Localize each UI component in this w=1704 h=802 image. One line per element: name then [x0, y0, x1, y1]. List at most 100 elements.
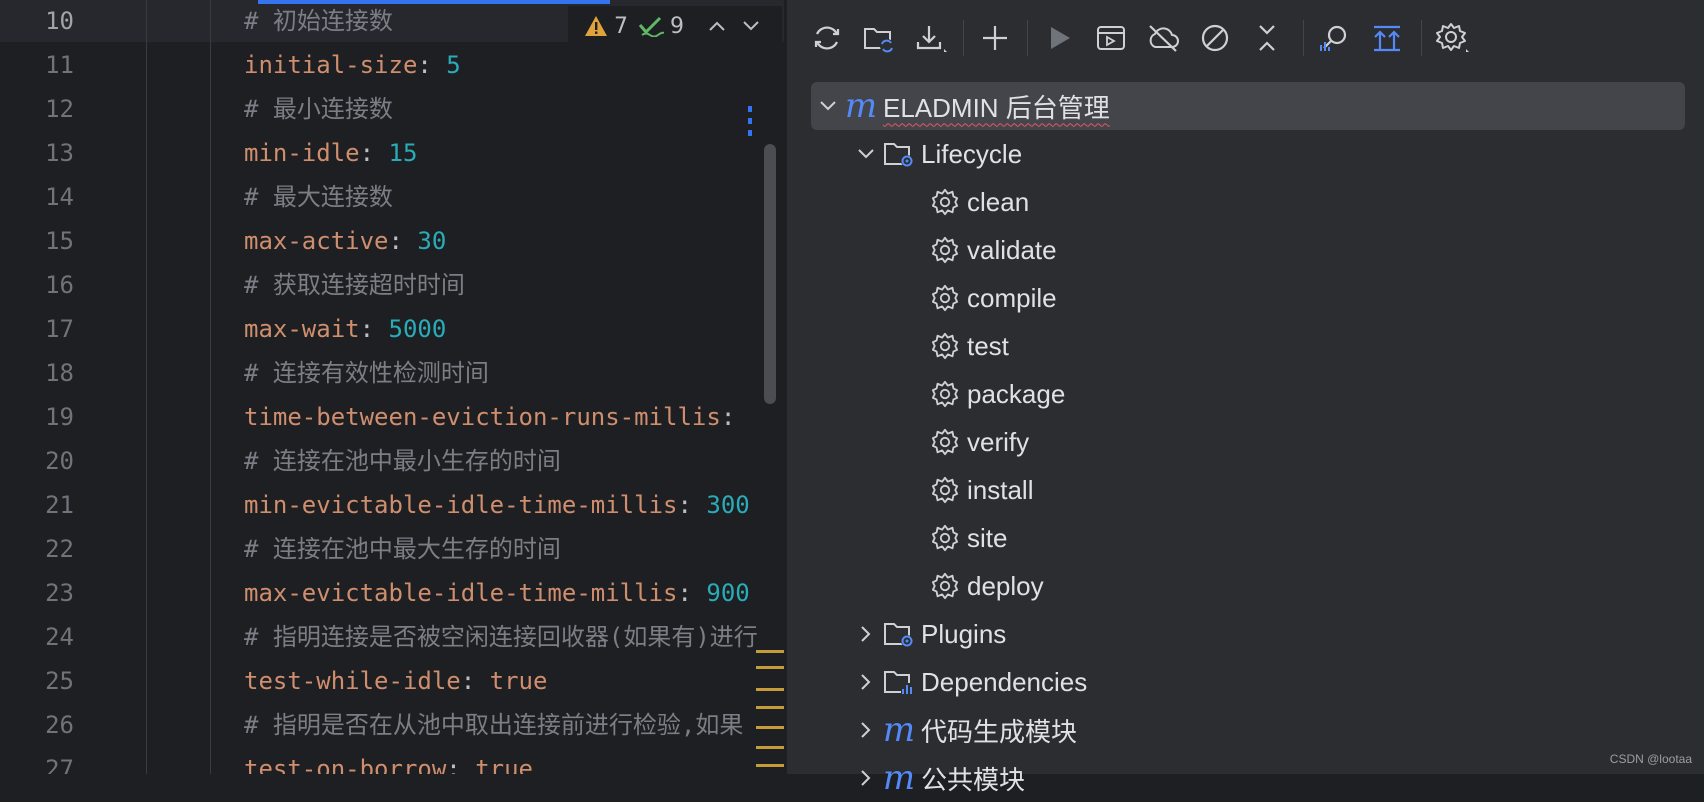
code-line[interactable]: 18 # 连接有效性检测时间	[0, 351, 784, 395]
lifecycle-phase-label: test	[967, 330, 1009, 361]
code-line[interactable]: 16 # 获取连接超时时间	[0, 263, 784, 307]
collapse-icon[interactable]	[1247, 18, 1287, 58]
code-text[interactable]: # 指明是否在从池中取出连接前进行检验,如果	[244, 703, 743, 747]
chevron-right-icon[interactable]	[849, 769, 883, 787]
warning-marker[interactable]	[756, 688, 784, 691]
run-icon[interactable]	[1039, 18, 1079, 58]
analyze-dependencies-icon[interactable]	[1315, 18, 1355, 58]
code-line[interactable]: 13 min-idle: 15	[0, 131, 784, 175]
lifecycle-phase-label: clean	[967, 186, 1030, 217]
vertical-scrollbar[interactable]	[764, 144, 776, 404]
code-line[interactable]: 15 max-active: 30	[0, 219, 784, 263]
code-line[interactable]: 19 time-between-eviction-runs-millis:	[0, 395, 784, 439]
lifecycle-phase-deploy[interactable]: deploy	[929, 562, 1044, 610]
chevron-right-icon[interactable]	[849, 721, 883, 739]
folder-sync-icon[interactable]	[859, 18, 899, 58]
code-text[interactable]: # 最大连接数	[244, 175, 393, 219]
code-line[interactable]: 23 max-evictable-idle-time-millis: 900	[0, 571, 784, 615]
code-text[interactable]: # 连接在池中最小生存的时间	[244, 439, 561, 483]
tree-module-common[interactable]: m 公共模块	[849, 754, 1025, 802]
show-dependencies-icon[interactable]	[1367, 18, 1407, 58]
warning-marker[interactable]	[756, 764, 784, 767]
passed-counter[interactable]: 9	[638, 14, 684, 39]
lifecycle-phase-package[interactable]: package	[929, 370, 1065, 418]
code-text[interactable]: time-between-eviction-runs-millis:	[244, 395, 735, 439]
tree-lifecycle-label: Lifecycle	[921, 138, 1023, 169]
download-icon[interactable]	[911, 18, 951, 58]
warning-marker[interactable]	[756, 746, 784, 749]
lifecycle-phase-test[interactable]: test	[929, 322, 1009, 370]
warning-marker[interactable]	[756, 666, 784, 669]
code-text[interactable]: max-evictable-idle-time-millis: 900	[244, 571, 750, 615]
lifecycle-phase-compile[interactable]: compile	[929, 274, 1057, 322]
tree-plugins[interactable]: Plugins	[849, 610, 1006, 658]
lifecycle-phase-site[interactable]: site	[929, 514, 1007, 562]
code-text[interactable]: test-on-borrow: true	[244, 747, 533, 774]
code-line[interactable]: 14 # 最大连接数	[0, 175, 784, 219]
maven-project-icon: m	[844, 86, 878, 126]
code-line[interactable]: 20 # 连接在池中最小生存的时间	[0, 439, 784, 483]
reload-icon[interactable]	[807, 18, 847, 58]
line-number: 24	[45, 623, 74, 651]
tree-root-eladmin[interactable]: m ELADMIN 后台管理	[811, 82, 1685, 130]
previous-highlight-icon[interactable]	[708, 16, 726, 37]
tree-module-common-label: 公共模块	[921, 764, 1026, 795]
chevron-right-icon[interactable]	[849, 673, 883, 691]
code-line[interactable]: 22 # 连接在池中最大生存的时间	[0, 527, 784, 571]
code-token: :	[446, 755, 476, 774]
code-line[interactable]: 11 initial-size: 5	[0, 43, 784, 87]
add-icon[interactable]	[975, 18, 1015, 58]
line-number: 18	[45, 359, 74, 387]
lifecycle-phase-label: deploy	[967, 570, 1044, 601]
warnings-counter[interactable]: 7	[584, 14, 628, 39]
line-number: 16	[45, 271, 74, 299]
warning-marker[interactable]	[756, 706, 784, 709]
code-token: min-idle	[244, 139, 360, 167]
chevron-down-icon[interactable]	[811, 100, 845, 112]
skip-tests-icon[interactable]	[1195, 18, 1235, 58]
code-text[interactable]: # 连接有效性检测时间	[244, 351, 489, 395]
next-highlight-icon[interactable]	[742, 16, 760, 37]
code-text[interactable]: # 指明连接是否被空闲连接回收器(如果有)进行	[244, 615, 758, 659]
lifecycle-phase-label: site	[967, 522, 1008, 553]
code-text[interactable]: max-active: 30	[244, 219, 446, 263]
inspection-widget[interactable]: 7 9	[568, 6, 782, 46]
chevron-down-icon[interactable]	[849, 148, 883, 160]
lifecycle-phase-install[interactable]: install	[929, 466, 1033, 514]
code-line[interactable]: 27 test-on-borrow: true	[0, 747, 784, 774]
warning-marker[interactable]	[756, 650, 784, 653]
code-text[interactable]: min-idle: 15	[244, 131, 417, 175]
tree-module-codegen[interactable]: m 代码生成模块	[849, 706, 1077, 754]
settings-icon[interactable]	[1433, 18, 1473, 58]
tree-lifecycle[interactable]: Lifecycle	[849, 130, 1022, 178]
code-line[interactable]: 26 # 指明是否在从池中取出连接前进行检验,如果	[0, 703, 784, 747]
execute-goal-icon[interactable]	[1091, 18, 1131, 58]
offline-icon[interactable]	[1143, 18, 1183, 58]
code-text[interactable]: test-while-idle: true	[244, 659, 547, 703]
lifecycle-phase-validate[interactable]: validate	[929, 226, 1057, 274]
code-line[interactable]: 24 # 指明连接是否被空闲连接回收器(如果有)进行	[0, 615, 784, 659]
maven-toolbar	[787, 0, 1704, 76]
lifecycle-phase-verify[interactable]: verify	[929, 418, 1029, 466]
code-token: :	[677, 579, 707, 607]
line-number: 17	[45, 315, 74, 343]
code-editor[interactable]: 10 # 初始连接数 11 initial-size: 5 12 # 最小连接数 13 min…	[0, 0, 784, 774]
code-line[interactable]: 17 max-wait: 5000	[0, 307, 784, 351]
code-text[interactable]: # 连接在池中最大生存的时间	[244, 527, 561, 571]
lifecycle-phase-clean[interactable]: clean	[929, 178, 1029, 226]
warning-marker[interactable]	[756, 726, 784, 729]
code-line[interactable]: 25 test-while-idle: true	[0, 659, 784, 703]
code-line[interactable]: 12 # 最小连接数	[0, 87, 784, 131]
code-text[interactable]: min-evictable-idle-time-millis: 300	[244, 483, 750, 527]
chevron-right-icon[interactable]	[849, 625, 883, 643]
code-token: max-evictable-idle-time-millis	[244, 579, 678, 607]
gear-icon	[929, 186, 961, 218]
tree-dependencies[interactable]: Dependencies	[849, 658, 1087, 706]
gear-icon	[929, 426, 961, 458]
code-text[interactable]: max-wait: 5000	[244, 307, 446, 351]
code-text[interactable]: # 初始连接数	[244, 0, 393, 43]
code-line[interactable]: 21 min-evictable-idle-time-millis: 300	[0, 483, 784, 527]
code-text[interactable]: # 最小连接数	[244, 87, 393, 131]
code-text[interactable]: # 获取连接超时时间	[244, 263, 465, 307]
code-text[interactable]: initial-size: 5	[244, 43, 461, 87]
